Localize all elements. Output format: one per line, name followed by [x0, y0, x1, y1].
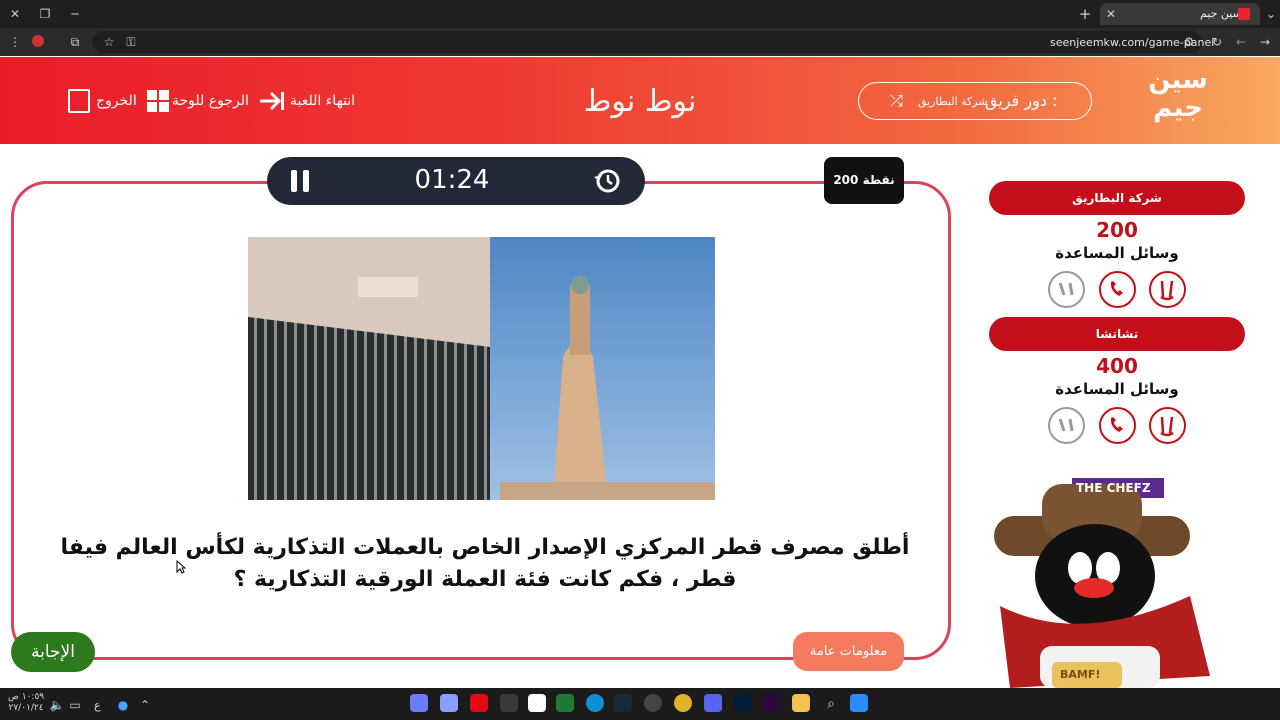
end-game-link[interactable]: انتهاء اللعبة [290, 93, 355, 109]
question-image [248, 237, 715, 500]
forward-icon[interactable]: ← [1232, 34, 1250, 50]
omnibox[interactable] [92, 31, 1202, 53]
language-indicator[interactable]: ع [94, 699, 101, 712]
volume-icon[interactable]: 🔈 [48, 697, 66, 713]
network-icon[interactable]: ▭ [66, 697, 84, 713]
back-to-board-link[interactable]: الرجوع للوحة [172, 93, 249, 109]
os-taskbar [0, 688, 1280, 720]
phone-aid-icon[interactable] [1099, 407, 1136, 444]
mouse-cursor-icon [176, 559, 187, 574]
clock-date: ٢٧/٠١/٢٤ [8, 703, 44, 713]
game-title: نوط نوط [583, 84, 697, 119]
browser-address-bar: ⋮ ⧉ ☆ ⚿ seenjeemkw.com/game-panel ⚙ ↻ ← … [0, 28, 1280, 56]
team-score[interactable]: 200 [989, 218, 1245, 242]
peace-hand-aid-icon[interactable] [1149, 271, 1186, 308]
app-icon[interactable] [500, 694, 518, 712]
timer-display: 01:24 [414, 165, 490, 195]
exit-door-icon[interactable] [68, 89, 90, 113]
turn-team-name: شركة البطاريق [918, 95, 988, 108]
category-tag: معلومات عامة [793, 632, 904, 671]
netflix-icon[interactable] [470, 694, 488, 712]
board-grid-icon[interactable] [147, 90, 169, 112]
exit-link[interactable]: الخروج [96, 93, 137, 109]
close-window-icon[interactable]: ✕ [6, 6, 24, 22]
answer-button[interactable]: الإجابة [11, 632, 95, 672]
tab-search-icon[interactable]: ⌄ [1262, 6, 1280, 22]
photoshop-icon[interactable] [734, 694, 752, 712]
team-score[interactable]: 400 [989, 354, 1245, 378]
discord-icon[interactable] [704, 694, 722, 712]
close-tab-icon[interactable]: ✕ [1102, 6, 1120, 22]
menu-dots-icon[interactable]: ⋮ [6, 34, 24, 50]
extension-icon[interactable] [32, 35, 44, 47]
team-name-bar: تشاتشا [989, 317, 1245, 351]
end-game-arrow-icon[interactable] [258, 90, 286, 112]
turn-label: دور فريق : [985, 91, 1058, 110]
browser-tab[interactable]: ✕ سين جيم [1100, 3, 1260, 25]
overlay-badge: BAMF! [1060, 668, 1101, 681]
system-clock[interactable]: ١٠:٥٩ ص ٢٧/٠١/٢٤ [8, 692, 44, 714]
pause-icon[interactable] [289, 169, 311, 193]
restore-window-icon[interactable]: ❐ [36, 6, 54, 22]
search-icon[interactable]: ⌕ [822, 696, 840, 712]
file-explorer-icon[interactable] [792, 694, 810, 712]
two-answers-aid-icon[interactable] [1048, 407, 1085, 444]
app-icon[interactable] [410, 694, 428, 712]
premiere-icon[interactable] [762, 694, 780, 712]
windows-start-icon[interactable] [850, 694, 868, 712]
steam-icon[interactable] [614, 694, 632, 712]
points-badge: 200 نقطة [824, 157, 904, 204]
site-logo[interactable]: سين جيم [1142, 66, 1214, 134]
edge-icon[interactable] [586, 694, 604, 712]
site-favicon-icon [1238, 8, 1250, 20]
shuffle-icon[interactable]: ⤮ [890, 92, 910, 110]
bookmark-star-icon[interactable]: ☆ [100, 34, 118, 50]
phone-aid-icon[interactable] [1099, 271, 1136, 308]
help-aids-label: وسائل المساعدة [1055, 380, 1179, 398]
reset-timer-icon[interactable] [593, 167, 621, 195]
reload-icon[interactable]: ↻ [1208, 34, 1226, 50]
new-tab-icon[interactable]: + [1076, 6, 1094, 22]
peace-hand-aid-icon[interactable] [1149, 407, 1186, 444]
back-icon[interactable]: → [1256, 34, 1274, 50]
capcut-icon[interactable] [528, 694, 546, 712]
overlay-brand: THE CHEFZ [1076, 481, 1151, 495]
password-key-icon[interactable]: ⚿ [122, 34, 140, 50]
clock-time: ١٠:٥٩ ص [8, 692, 45, 702]
microphone-icon[interactable]: ● [114, 697, 132, 713]
team-name-bar: شركة البطاريق [989, 181, 1245, 215]
tray-chevron-icon[interactable]: ⌃ [136, 697, 154, 713]
excel-icon[interactable] [556, 694, 574, 712]
chrome-icon[interactable] [674, 694, 692, 712]
two-answers-aid-icon[interactable] [1048, 271, 1085, 308]
tab-title: سين جيم [1200, 7, 1242, 20]
site-settings-icon[interactable]: ⚙ [1180, 34, 1198, 50]
question-text: أطلق مصرف قطر المركزي الإصدار الخاص بالع… [60, 535, 910, 592]
help-aids-label: وسائل المساعدة [1055, 244, 1179, 262]
webcam-avatar-overlay: THE CHEFZ BAMF! [990, 476, 1280, 688]
app-icon[interactable] [440, 694, 458, 712]
minimize-window-icon[interactable]: ─ [66, 6, 84, 22]
extensions-puzzle-icon[interactable]: ⧉ [66, 34, 84, 50]
browser-tab-bar: ✕ ❐ ─ + ✕ سين جيم ⌄ [0, 0, 1280, 28]
obs-icon[interactable] [644, 694, 662, 712]
